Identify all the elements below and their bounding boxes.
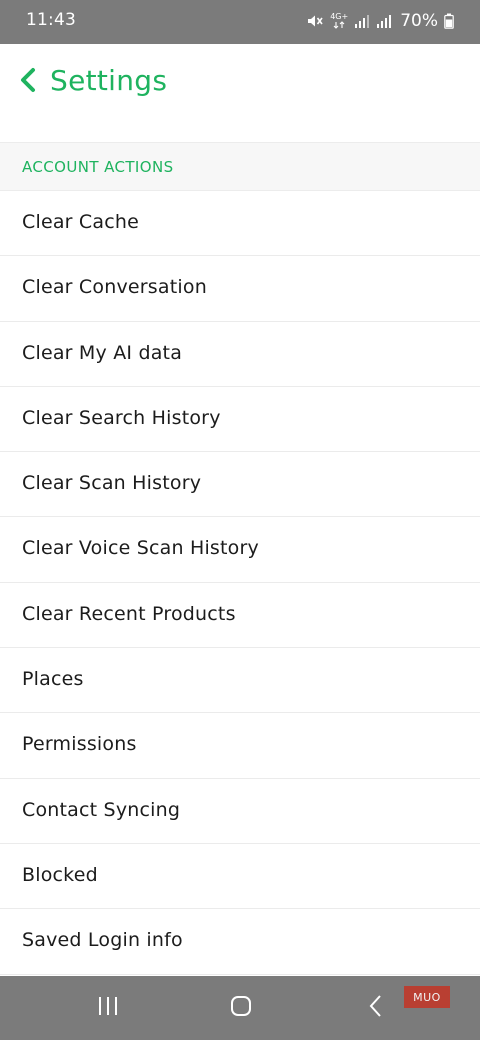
list-item-label: Contact Syncing [22,798,181,821]
list-item-clear-recent-products[interactable]: Clear Recent Products [0,582,480,649]
section-title: ACCOUNT ACTIONS [22,158,174,176]
list-item-label: Clear Recent Products [22,602,236,625]
chevron-left-icon [18,67,38,97]
signal-icon-2 [376,13,392,29]
status-bar: 11:43 4G+ 70% [0,0,480,44]
list-item-label: Clear My AI data [22,341,183,364]
list-item-clear-scan-history[interactable]: Clear Scan History [0,452,480,518]
list-item-label: Saved Login info [22,929,183,952]
signal-icon [354,13,370,29]
list-item-label: Blocked [22,863,98,886]
header: Settings [0,44,480,119]
battery-icon [444,13,454,29]
status-icons: 4G+ 70% [306,8,454,34]
list-item-label: Clear Search History [22,406,221,429]
home-button[interactable] [221,990,261,1026]
list-item-clear-cache[interactable]: Clear Cache [0,191,480,257]
list-item-permissions[interactable]: Permissions [0,713,480,779]
nav-back-button[interactable] [356,990,396,1026]
list-item-label: Places [22,668,84,691]
list-item-saved-login-info[interactable]: Saved Login info [0,909,480,975]
list-item-blocked[interactable]: Blocked [0,843,480,910]
settings-list: Clear Cache Clear Conversation Clear My … [0,191,480,975]
list-item-places[interactable]: Places [0,648,480,714]
section-header: ACCOUNT ACTIONS [0,142,480,191]
mute-icon [306,12,324,30]
battery-percent: 70% [400,11,438,31]
home-icon [229,994,253,1022]
page-title: Settings [50,64,168,97]
list-item-label: Clear Conversation [22,276,207,299]
list-item-label: Permissions [22,733,137,756]
list-item-contact-syncing[interactable]: Contact Syncing [0,778,480,844]
watermark-logo: MUO [404,986,450,1008]
settings-screen: 11:43 4G+ 70% Settings ACCOUNT ACTIONS C… [0,0,480,1040]
status-time: 11:43 [26,10,76,30]
recent-apps-icon [96,995,120,1021]
list-item-label: Clear Voice Scan History [22,537,259,560]
system-nav-bar: MUO [0,976,480,1040]
header-spacer [0,118,480,142]
list-item-clear-search-history[interactable]: Clear Search History [0,386,480,453]
back-button[interactable] [12,64,44,100]
network-label: 4G+ [330,12,349,21]
list-item-clear-voice-scan-history[interactable]: Clear Voice Scan History [0,517,480,583]
list-item-label: Clear Cache [22,211,140,233]
list-item-label: Clear Scan History [22,472,202,495]
list-item-clear-my-ai-data[interactable]: Clear My AI data [0,321,480,387]
recent-apps-button[interactable] [88,990,128,1026]
list-item-clear-conversation[interactable]: Clear Conversation [0,256,480,322]
network-4g-icon: 4G+ [330,13,348,29]
back-icon [366,994,386,1022]
